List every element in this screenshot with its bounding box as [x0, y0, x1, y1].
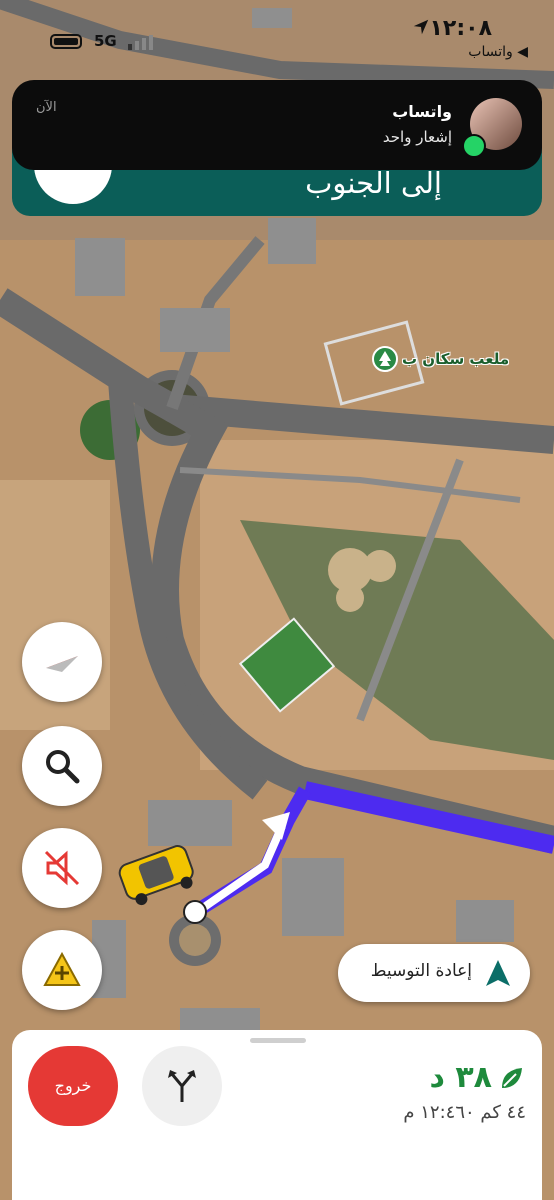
network-type: 5G: [94, 32, 117, 50]
whatsapp-icon: [462, 134, 486, 158]
sheet-handle[interactable]: [250, 1038, 306, 1043]
notification-banner[interactable]: واتساب إشعار واحد الآن: [12, 80, 542, 170]
compass-icon: [46, 656, 78, 672]
navigation-arrow-icon: [486, 960, 510, 986]
notification-app: واتساب: [392, 102, 452, 121]
volume-mute-icon: [44, 850, 80, 886]
signal-icon: [128, 35, 153, 50]
notification-message: إشعار واحد: [382, 128, 452, 146]
warning-plus-icon: [43, 951, 81, 986]
recenter-label: إعادة التوسيط: [370, 961, 472, 981]
battery-icon: [50, 34, 82, 49]
alternate-routes-button[interactable]: [142, 1046, 222, 1126]
compass-button[interactable]: [22, 622, 102, 702]
back-to-app-link[interactable]: ◀ واتساب: [468, 44, 528, 60]
recenter-button[interactable]: إعادة التوسيط: [338, 944, 530, 1002]
search-icon: [46, 750, 80, 784]
direction-text: إلى الجنوب: [305, 166, 442, 200]
trip-summary-sheet[interactable]: خروج ٣٨ د ٤٤ كم ١٢:٤٦٠ م: [12, 1030, 542, 1200]
eco-leaf-icon: [502, 1068, 522, 1088]
eta-duration: ٣٨ د: [429, 1060, 492, 1095]
mute-button[interactable]: [22, 828, 102, 908]
tree-icon[interactable]: [372, 346, 398, 372]
trip-details: ٤٤ كم ١٢:٤٦٠ م: [403, 1102, 526, 1123]
exit-button[interactable]: خروج: [28, 1046, 118, 1126]
notification-time: الآن: [36, 100, 57, 115]
fork-arrows-icon: [168, 1070, 196, 1102]
status-bar: ١٢:٠٨ ◀ واتساب 5G: [0, 0, 554, 70]
status-time: ١٢:٠٨: [429, 16, 492, 41]
search-button[interactable]: [22, 726, 102, 806]
location-arrow-icon: [413, 19, 429, 35]
poi-label[interactable]: ملعب سكان ب: [402, 350, 509, 368]
report-incident-button[interactable]: [22, 930, 102, 1010]
